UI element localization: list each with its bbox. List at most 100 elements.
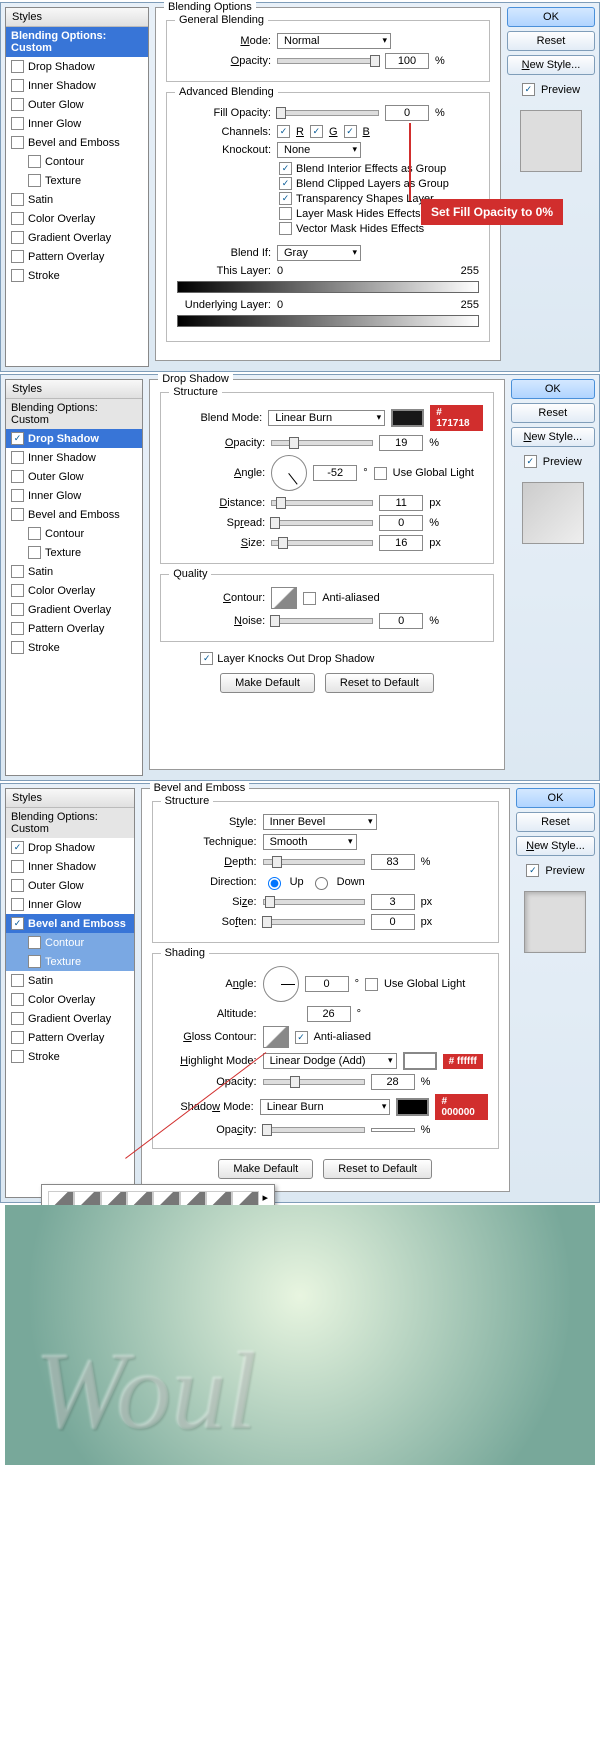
reset-default-button[interactable]: Reset to Default [323, 1159, 432, 1179]
be-aa-checkbox[interactable] [295, 1031, 308, 1044]
be-angle-dial[interactable] [263, 966, 299, 1002]
knockout-select[interactable]: None [277, 142, 361, 158]
reset-button[interactable]: Reset [511, 403, 595, 423]
preview-checkbox[interactable] [524, 455, 537, 468]
be-style-select[interactable]: Inner Bevel [263, 814, 377, 830]
be-shop-input[interactable] [371, 1128, 415, 1132]
blend-mode-select[interactable]: Normal [277, 33, 391, 49]
make-default-button[interactable]: Make Default [220, 673, 315, 693]
style-gradient-overlay[interactable]: Gradient Overlay [6, 600, 142, 619]
style-stroke[interactable]: Stroke [6, 1047, 134, 1066]
ds-distance-slider[interactable] [271, 500, 373, 506]
style-pattern-overlay[interactable]: Pattern Overlay [6, 1028, 134, 1047]
style-bevel-emboss[interactable]: Bevel and Emboss [6, 133, 148, 152]
style-color-overlay[interactable]: Color Overlay [6, 990, 134, 1009]
style-drop-shadow[interactable]: Drop Shadow [6, 838, 134, 857]
ds-distance-input[interactable]: 11 [379, 495, 423, 511]
style-texture[interactable]: Texture [6, 171, 148, 190]
ds-opacity-slider[interactable] [271, 440, 373, 446]
new-style-button[interactable]: New Style... [511, 427, 595, 447]
style-contour[interactable]: Contour [6, 152, 148, 171]
global-light-checkbox[interactable] [374, 467, 387, 480]
style-outer-glow[interactable]: Outer Glow [6, 876, 134, 895]
style-satin[interactable]: Satin [6, 562, 142, 581]
contour-picker[interactable] [271, 587, 297, 609]
fill-opacity-slider[interactable] [277, 110, 379, 116]
be-angle-input[interactable]: 0 [305, 976, 349, 992]
style-inner-shadow[interactable]: Inner Shadow [6, 448, 142, 467]
be-hlop-slider[interactable] [263, 1079, 365, 1085]
gloss-contour-picker[interactable] [263, 1026, 289, 1048]
layer-mask-checkbox[interactable] [279, 207, 292, 220]
style-gradient-overlay[interactable]: Gradient Overlay [6, 228, 148, 247]
style-drop-shadow[interactable]: Drop Shadow [6, 429, 142, 448]
blendif-select[interactable]: Gray [277, 245, 361, 261]
style-inner-glow[interactable]: Inner Glow [6, 486, 142, 505]
new-style-button[interactable]: New Style... [507, 55, 595, 75]
style-inner-glow[interactable]: Inner Glow [6, 114, 148, 133]
ds-size-input[interactable]: 16 [379, 535, 423, 551]
be-global-checkbox[interactable] [365, 978, 378, 991]
fill-opacity-input[interactable]: 0 [385, 105, 429, 121]
style-color-overlay[interactable]: Color Overlay [6, 581, 142, 600]
ok-button[interactable]: OK [511, 379, 595, 399]
sh-swatch[interactable] [396, 1098, 429, 1116]
this-layer-gradient[interactable] [177, 281, 479, 293]
make-default-button[interactable]: Make Default [218, 1159, 313, 1179]
vector-mask-checkbox[interactable] [279, 222, 292, 235]
blend-clipped-checkbox[interactable] [279, 177, 292, 190]
style-gradient-overlay[interactable]: Gradient Overlay [6, 1009, 134, 1028]
ds-size-slider[interactable] [271, 540, 373, 546]
be-alt-input[interactable]: 26 [307, 1006, 351, 1022]
ok-button[interactable]: OK [516, 788, 595, 808]
style-stroke[interactable]: Stroke [6, 266, 148, 285]
hl-swatch[interactable] [403, 1052, 437, 1070]
style-satin[interactable]: Satin [6, 190, 148, 209]
be-depth-slider[interactable] [263, 859, 365, 865]
reset-button[interactable]: Reset [516, 812, 595, 832]
preview-checkbox[interactable] [522, 83, 535, 96]
style-color-overlay[interactable]: Color Overlay [6, 209, 148, 228]
direction-up[interactable] [268, 877, 281, 890]
ds-angle-input[interactable]: -52 [313, 465, 357, 481]
reset-button[interactable]: Reset [507, 31, 595, 51]
be-soften-input[interactable]: 0 [371, 914, 415, 930]
aa-checkbox[interactable] [303, 592, 316, 605]
style-blending-options[interactable]: Blending Options: Custom [6, 399, 142, 429]
ds-spread-slider[interactable] [271, 520, 373, 526]
channel-r-checkbox[interactable] [277, 125, 290, 138]
style-outer-glow[interactable]: Outer Glow [6, 467, 142, 486]
style-bevel-emboss[interactable]: Bevel and Emboss [6, 505, 142, 524]
blend-interior-checkbox[interactable] [279, 162, 292, 175]
preview-checkbox[interactable] [526, 864, 539, 877]
style-inner-shadow[interactable]: Inner Shadow [6, 76, 148, 95]
be-hlop-input[interactable]: 28 [371, 1074, 415, 1090]
be-sh-select[interactable]: Linear Burn [260, 1099, 391, 1115]
be-shop-slider[interactable] [263, 1127, 365, 1133]
ds-noise-input[interactable]: 0 [379, 613, 423, 629]
be-soften-slider[interactable] [263, 919, 365, 925]
ok-button[interactable]: OK [507, 7, 595, 27]
style-blending-options[interactable]: Blending Options: Custom [6, 27, 148, 57]
style-inner-glow[interactable]: Inner Glow [6, 895, 134, 914]
direction-down[interactable] [315, 877, 328, 890]
style-stroke[interactable]: Stroke [6, 638, 142, 657]
style-texture[interactable]: Texture [6, 543, 142, 562]
style-inner-shadow[interactable]: Inner Shadow [6, 857, 134, 876]
style-drop-shadow[interactable]: Drop Shadow [6, 57, 148, 76]
style-contour[interactable]: Contour [6, 933, 134, 952]
style-bevel-emboss[interactable]: Bevel and Emboss [6, 914, 134, 933]
style-pattern-overlay[interactable]: Pattern Overlay [6, 247, 148, 266]
reset-default-button[interactable]: Reset to Default [325, 673, 434, 693]
be-depth-input[interactable]: 83 [371, 854, 415, 870]
ds-opacity-input[interactable]: 19 [379, 435, 423, 451]
opacity-input[interactable]: 100 [385, 53, 429, 69]
ds-mode-select[interactable]: Linear Burn [268, 410, 385, 426]
opacity-slider[interactable] [277, 58, 379, 64]
underlying-layer-gradient[interactable] [177, 315, 479, 327]
ds-color-swatch[interactable] [391, 409, 424, 427]
style-satin[interactable]: Satin [6, 971, 134, 990]
angle-dial[interactable] [271, 455, 307, 491]
be-hl-select[interactable]: Linear Dodge (Add) [263, 1053, 397, 1069]
ds-noise-slider[interactable] [271, 618, 373, 624]
